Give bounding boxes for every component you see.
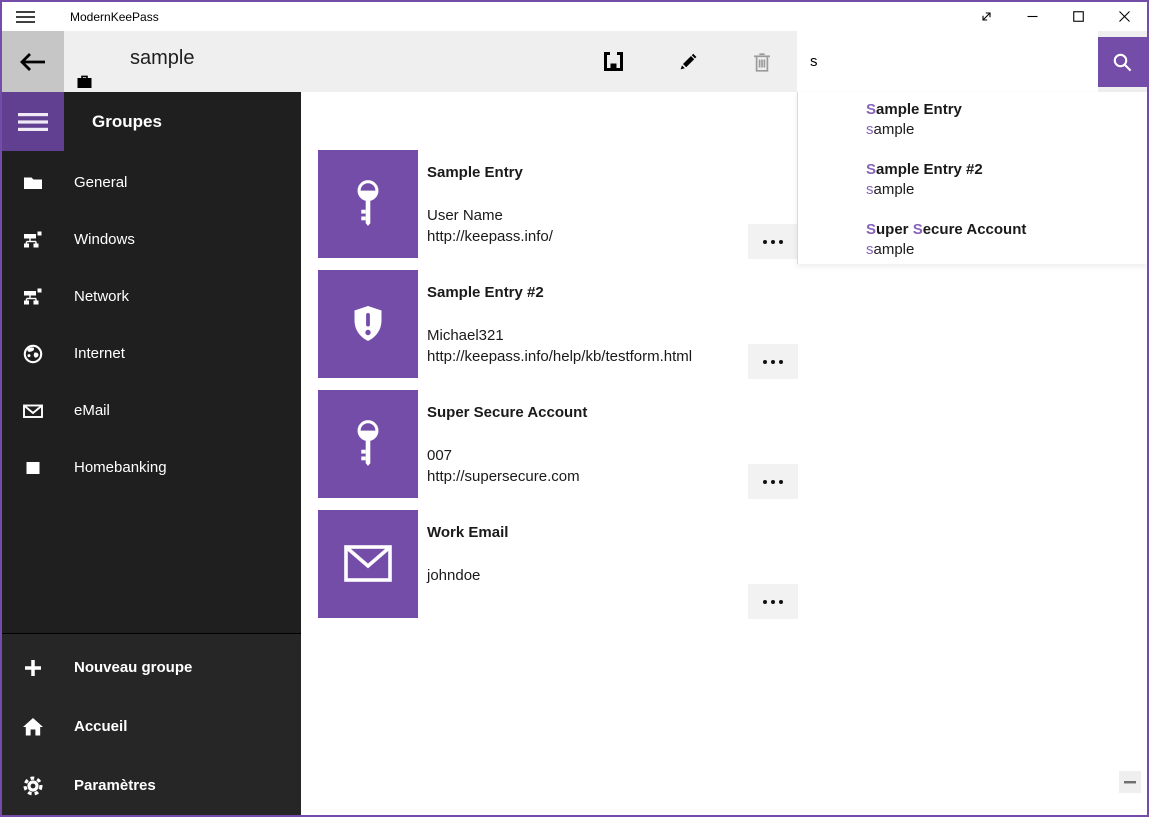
save-button[interactable] [582, 31, 644, 92]
close-button[interactable] [1101, 2, 1147, 31]
window-title: ModernKeePass [70, 10, 159, 24]
nav-hamburger-button[interactable] [2, 92, 64, 151]
entry-more-button[interactable] [748, 224, 798, 259]
search-result-subtitle: sample [866, 120, 1147, 140]
window-controls [963, 2, 1147, 31]
globe-icon [22, 343, 44, 365]
home-icon [22, 716, 44, 738]
entry-username: johndoe [427, 565, 508, 586]
search-result[interactable]: Sample Entry #2 sample [866, 160, 1147, 200]
search-result-title: Super Secure Account [866, 220, 1147, 240]
search-result-subtitle: sample [866, 240, 1147, 260]
minimize-icon [1027, 11, 1038, 22]
shield-exclamation-icon [344, 300, 392, 348]
entry-more-button[interactable] [748, 344, 798, 379]
entry-row[interactable]: Sample Entry #2 Michael321 http://keepas… [318, 270, 798, 378]
minus-icon [1124, 781, 1136, 784]
sidebar-item-homebanking[interactable]: Homebanking [2, 439, 301, 496]
sidebar: Groupes General Windows [2, 92, 301, 815]
trash-icon [753, 52, 771, 72]
minimize-button[interactable] [1009, 2, 1055, 31]
maximize-button[interactable] [1055, 2, 1101, 31]
entry-more-button[interactable] [748, 464, 798, 499]
fullscreen-button[interactable] [963, 2, 1009, 31]
key-icon [345, 177, 391, 231]
entry-tile [318, 270, 418, 378]
entry-row[interactable]: Super Secure Account 007 http://supersec… [318, 390, 798, 498]
titlebar-hamburger-button[interactable] [2, 2, 48, 31]
entry-more-button[interactable] [748, 584, 798, 619]
database-title: sample [130, 47, 194, 70]
search-result-subtitle: sample [866, 180, 1147, 200]
sidebar-item-email[interactable]: eMail [2, 382, 301, 439]
entry-title: Super Secure Account [427, 404, 587, 422]
entry-username: Michael321 [427, 325, 692, 346]
back-arrow-icon [19, 51, 47, 73]
sidebar-item-home[interactable]: Accueil [2, 697, 301, 756]
sidebar-item-settings[interactable]: Paramètres [2, 756, 301, 815]
envelope-icon [343, 543, 393, 585]
search-suggestions: Sample Entry sample Sample Entry #2 samp… [797, 92, 1147, 264]
delete-button[interactable] [731, 31, 793, 92]
search-box [797, 31, 1098, 92]
close-icon [1119, 11, 1130, 22]
fullscreen-icon [980, 10, 993, 23]
entry-username: User Name [427, 205, 553, 226]
sidebar-item-general[interactable]: General [2, 154, 301, 211]
entry-url: http://keepass.info/help/kb/testform.htm… [427, 346, 692, 367]
back-button[interactable] [2, 31, 64, 92]
network-icon [22, 286, 44, 308]
envelope-icon [22, 400, 44, 422]
entry-url: http://keepass.info/ [427, 226, 553, 247]
entry-tile [318, 150, 418, 258]
search-result-title: Sample Entry [866, 100, 1147, 120]
folder-icon [22, 172, 44, 194]
search-result-title: Sample Entry #2 [866, 160, 1147, 180]
title-bar: ModernKeePass [2, 2, 1147, 31]
maximize-icon [1073, 11, 1084, 22]
entry-title: Sample Entry [427, 164, 553, 182]
sidebar-item-new-group[interactable]: Nouveau groupe [2, 638, 301, 697]
entry-url: http://supersecure.com [427, 466, 587, 487]
search-button[interactable] [1098, 37, 1147, 87]
entry-username: 007 [427, 445, 587, 466]
zoom-out-button[interactable] [1119, 771, 1141, 793]
search-icon [1112, 52, 1133, 73]
key-icon [345, 417, 391, 471]
save-icon [604, 52, 623, 71]
sidebar-item-network[interactable]: Network [2, 268, 301, 325]
sidebar-bottom: Nouveau groupe Accueil Paramètres [2, 633, 301, 815]
square-icon [22, 457, 44, 479]
sidebar-item-internet[interactable]: Internet [2, 325, 301, 382]
gear-icon [22, 775, 44, 797]
app-window: ModernKeePass [0, 0, 1149, 817]
entry-list: Sample Entry User Name http://keepass.in… [318, 150, 798, 630]
hamburger-icon [18, 113, 48, 131]
search-input[interactable] [797, 31, 1098, 92]
pencil-icon [678, 52, 698, 72]
entry-row[interactable]: Work Email johndoe [318, 510, 798, 618]
entry-url [427, 586, 508, 607]
sidebar-item-windows[interactable]: Windows [2, 211, 301, 268]
entry-tile [318, 510, 418, 618]
hamburger-icon [16, 10, 35, 24]
entry-title: Work Email [427, 524, 508, 542]
group-list: General Windows Network [2, 154, 301, 496]
sidebar-header: Groupes [2, 92, 301, 151]
network-icon [22, 229, 44, 251]
entry-tile [318, 390, 418, 498]
entry-title: Sample Entry #2 [427, 284, 692, 302]
search-result[interactable]: Sample Entry sample [866, 100, 1147, 140]
groups-heading: Groupes [92, 112, 162, 132]
search-result[interactable]: Super Secure Account sample [866, 220, 1147, 260]
entry-row[interactable]: Sample Entry User Name http://keepass.in… [318, 150, 798, 258]
edit-button[interactable] [657, 31, 719, 92]
plus-icon [22, 657, 44, 679]
